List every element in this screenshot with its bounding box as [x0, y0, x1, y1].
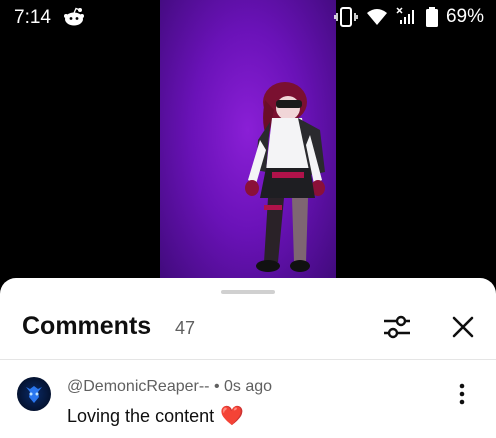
vibrate-icon: [334, 7, 358, 27]
comments-count: 47: [175, 318, 196, 338]
heart-emoji: ❤️: [220, 406, 244, 427]
reddit-icon: [64, 7, 84, 26]
comment-text: Loving the content: [67, 405, 215, 426]
comment-body: Loving the content ❤️: [67, 404, 244, 428]
more-vertical-icon: [459, 383, 465, 405]
close-icon: [452, 316, 474, 338]
video-player[interactable]: [0, 0, 496, 290]
filter-icon: [384, 315, 410, 339]
wifi-icon: [366, 9, 387, 25]
signal-icon: [396, 7, 414, 24]
comments-title: Comments: [22, 312, 152, 340]
battery-icon: [425, 7, 438, 27]
character-figure: [245, 82, 325, 272]
status-icons: 69%: [334, 6, 484, 28]
battery-percent: 69%: [445, 6, 484, 27]
filter-button[interactable]: [381, 311, 413, 343]
video-frame[interactable]: [160, 0, 336, 290]
status-bar: 7:14 69%: [0, 0, 496, 40]
status-time: 7:14: [14, 7, 51, 28]
avatar[interactable]: [17, 377, 51, 411]
drag-handle[interactable]: [221, 290, 275, 294]
comment-author-time: @DemonicReaper-- • 0s ago: [67, 378, 273, 395]
close-button[interactable]: [449, 313, 477, 341]
avatar-image: [26, 386, 42, 403]
comments-sheet: Comments 47 @DemonicReaper-- • 0s ago Lo…: [0, 278, 496, 438]
comment-more-button[interactable]: [452, 380, 472, 408]
comment-item: @DemonicReaper-- • 0s ago Loving the con…: [0, 360, 496, 438]
